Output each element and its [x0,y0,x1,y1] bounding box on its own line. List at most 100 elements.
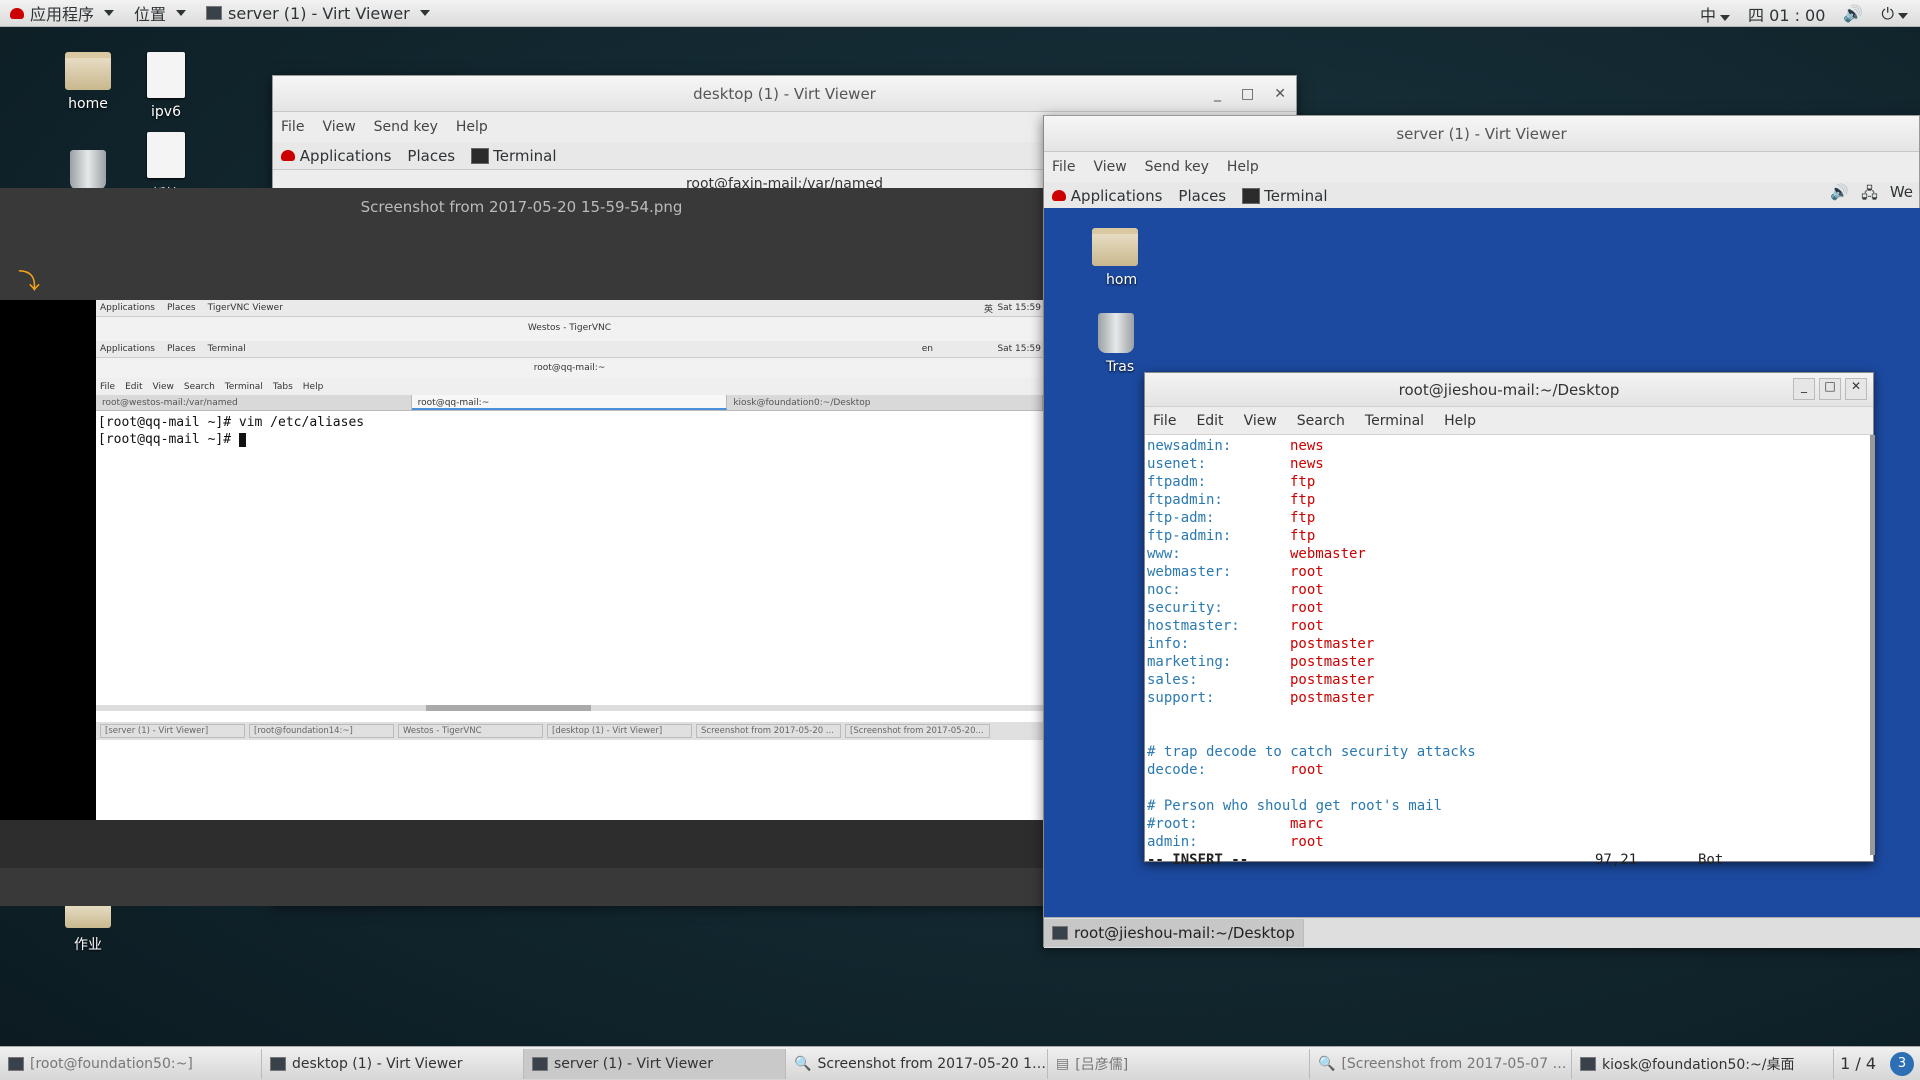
terminal-titlebar[interactable]: root@jieshou-mail:~/Desktop _ □ ✕ [1145,373,1873,407]
task-chat[interactable]: ▤ [吕彦儒] [1048,1048,1310,1079]
image-letterbox [0,300,96,820]
mini-menu-item: Edit [125,381,143,392]
mini-inner-terminal: Terminal [207,344,246,354]
places-menu[interactable]: 位置 [124,0,196,27]
alias-target: marc [1290,816,1324,832]
mini-terminal-menu: File Edit View Search Terminal Tabs Help [96,378,1043,395]
alias-name: sales: [1147,672,1198,688]
minimize-icon[interactable]: _ [1793,378,1815,400]
guest-applications-menu[interactable]: Applications [1052,187,1162,205]
terminal-icon [471,148,490,164]
alias-target: ftp [1290,492,1316,508]
trash-icon [1098,313,1134,353]
menu-file[interactable]: File [1153,413,1176,429]
guest-task-terminal[interactable]: root@jieshou-mail:~/Desktop [1044,919,1304,947]
screenshot-image: Applications Places TigerVNC Viewer 英 Sa… [96,300,1043,820]
alias-name: info: [1147,636,1190,652]
desktop-icon-homework[interactable]: 作业 [38,900,138,954]
task-kiosk-terminal[interactable]: kiosk@foundation50:~/桌面 [1572,1048,1834,1079]
alias-name: newsadmin: [1147,438,1232,454]
menu-search[interactable]: Search [1297,413,1345,429]
alias-name: security: [1147,600,1223,616]
alias-target: root [1290,600,1324,616]
menu-view[interactable]: View [1093,159,1126,175]
close-icon[interactable]: ✕ [1845,378,1867,400]
document-icon [147,132,185,178]
close-icon[interactable]: ✕ [1274,86,1286,102]
power-icon[interactable]: ⏻ [1881,4,1908,24]
mini-inner-topbar: Applications Places Terminal en Sat 15:5… [96,341,1043,358]
menu-view[interactable]: View [322,119,355,135]
guest-icon-label: hom [1106,272,1138,288]
vim-statusline: -- INSERT -- 97,21 Bot [1147,851,1871,869]
task-server-virt-viewer[interactable]: server (1) - Virt Viewer [524,1048,786,1079]
vim-line: security: root [1147,599,1871,617]
rotate-arrow-icon[interactable]: ⤵ [18,264,40,296]
desktop-icon-ipv6[interactable]: ipv6 [116,52,216,120]
vim-scroll-indicator: Bot [1698,852,1724,868]
menu-help[interactable]: Help [1444,413,1476,429]
menu-file[interactable]: File [1052,159,1075,175]
network-icon[interactable]: 🖧 [1861,183,1878,208]
guest-user-menu[interactable]: We [1890,183,1913,208]
vim-line: admin: root [1147,833,1871,851]
mini-topbar: Applications Places TigerVNC Viewer 英 Sa… [96,300,1043,317]
notification-badge[interactable]: 3 [1890,1051,1914,1076]
volume-icon[interactable]: 🔊 [1843,4,1863,23]
server-virt-viewer-window: server (1) - Virt Viewer File View Send … [1043,115,1920,948]
task-screenshot-viewer[interactable]: 🔍 Screenshot from 2017-05-20 1… [786,1048,1048,1079]
menu-view[interactable]: View [1244,413,1277,429]
active-window-menu[interactable]: server (1) - Virt Viewer [196,0,440,27]
task-root-foundation50[interactable]: [root@foundation50:~] [0,1048,262,1079]
task-screenshot-2[interactable]: 🔍 [Screenshot from 2017-05-07 … [1310,1048,1572,1079]
clock[interactable]: 四 01 : 00 [1748,2,1825,26]
guest-terminal-task[interactable]: Terminal [1242,187,1328,205]
vim-line: ftpadm: ftp [1147,473,1871,491]
terminal-menubar: File Edit View Search Terminal Help [1145,407,1873,435]
menu-help[interactable]: Help [456,119,488,135]
vim-line: decode: root [1147,761,1871,779]
vim-line: usenet: news [1147,455,1871,473]
alias-name: admin: [1147,834,1198,850]
menu-file[interactable]: File [281,119,304,135]
mini-places: Places [166,303,196,313]
input-method-indicator[interactable]: 中 [1700,2,1731,26]
workspace-indicator[interactable]: 1 / 4 [1840,1054,1876,1073]
mini-terminal-title: root@qq-mail:~ [96,358,1043,378]
guest-topbar: Applications Places Terminal 🔊 🖧 We [1044,182,1919,210]
window-titlebar[interactable]: server (1) - Virt Viewer [1044,116,1919,152]
menu-send-key[interactable]: Send key [374,119,438,135]
task-desktop-virt-viewer[interactable]: desktop (1) - Virt Viewer [262,1048,524,1079]
alias-target: ftp [1290,474,1316,490]
guest-icon-home[interactable]: hom [1066,228,1166,288]
vim-blank-line [1147,779,1871,797]
applications-menu[interactable]: 应用程序 [0,0,124,27]
mini-task: [server (1) - Virt Viewer] [100,724,245,738]
alias-target: news [1290,438,1324,454]
image-viewer-footer [0,868,1043,906]
maximize-icon[interactable]: □ [1819,378,1841,400]
guest-places-menu[interactable]: Places [1178,187,1226,205]
volume-icon[interactable]: 🔊 [1830,183,1849,208]
vim-buffer[interactable]: newsadmin: news usenet: news ftpadm: ftp ftp ad… [1145,435,1873,871]
mini-scrollbar [96,705,1043,711]
window-titlebar[interactable]: desktop (1) - Virt Viewer _ □ ✕ [273,76,1296,112]
alias-target: root [1290,564,1324,580]
minimize-icon[interactable]: _ [1214,86,1221,102]
guest-terminal-task[interactable]: Terminal [471,147,557,165]
guest-places-menu[interactable]: Places [407,147,455,165]
vim-comment-line: # trap decode to catch security attacks [1147,744,1476,760]
menu-help[interactable]: Help [1227,159,1259,175]
mini-menu-item: Tabs [272,381,293,392]
guest-icon-trash[interactable]: Tras [1066,313,1166,375]
menu-send-key[interactable]: Send key [1145,159,1209,175]
window-title: server (1) - Virt Viewer [1396,124,1567,143]
menu-edit[interactable]: Edit [1196,413,1223,429]
alias-name: support: [1147,690,1215,706]
desktop-icon-label: ipv6 [151,104,181,120]
terminal-scrollbar[interactable] [1870,435,1875,855]
maximize-icon[interactable]: □ [1241,86,1254,102]
menu-terminal[interactable]: Terminal [1365,413,1424,429]
alias-target: postmaster [1290,690,1375,706]
guest-applications-menu[interactable]: Applications [281,147,391,165]
